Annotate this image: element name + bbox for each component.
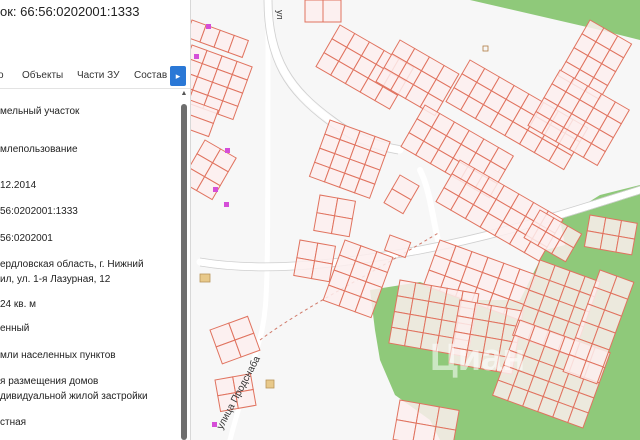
tab-composition[interactable]: Состав — [134, 70, 167, 81]
marker — [213, 187, 218, 192]
parcel[interactable] — [615, 235, 636, 256]
building — [199, 273, 211, 283]
street-label-top: ул — [275, 10, 285, 20]
parcel[interactable] — [296, 239, 319, 262]
parcel[interactable] — [330, 215, 353, 238]
parcel[interactable] — [313, 212, 336, 235]
field-usage-line2: дивидуальной жилой застройки — [0, 391, 148, 402]
field-type: млепользование — [0, 144, 78, 155]
field-category: мельный участок — [0, 106, 80, 117]
info-panel: ок: 66:56:0202001:1333 о Объекты Части З… — [0, 0, 191, 440]
parcel[interactable] — [310, 260, 333, 283]
parcel-block — [293, 239, 337, 283]
parcel-title: ок: 66:56:0202001:1333 — [0, 4, 140, 19]
marker — [206, 24, 211, 29]
tabs-next-button[interactable]: ▸ — [170, 66, 186, 86]
parcel[interactable] — [304, 0, 324, 23]
field-address-line2: ил, ул. 1-я Лазурная, 12 — [0, 274, 111, 285]
parcel-block — [313, 194, 357, 238]
parcel[interactable] — [435, 406, 460, 431]
tab-objects[interactable]: Объекты — [22, 70, 63, 81]
parcel[interactable] — [392, 419, 417, 440]
field-status: енный — [0, 323, 30, 334]
scrollbar-thumb[interactable] — [181, 104, 187, 440]
parcel[interactable] — [415, 402, 440, 428]
field-date: 12.2014 — [0, 180, 37, 191]
parcel[interactable] — [293, 257, 316, 280]
building — [265, 379, 275, 389]
watermark: Циан — [430, 337, 525, 379]
field-area: 24 кв. м — [0, 299, 37, 310]
field-usage-line1: я размещения домов — [0, 376, 99, 387]
parcel-block — [304, 0, 342, 23]
scroll-up-icon[interactable]: ▲ — [180, 90, 188, 98]
parcel[interactable] — [334, 197, 357, 220]
field-address-line1: ердловская область, г. Нижний — [0, 259, 144, 270]
parcel[interactable] — [322, 0, 342, 23]
field-land-category: мли населенных пунктов — [0, 350, 116, 361]
parcel[interactable] — [395, 399, 421, 424]
parcel[interactable] — [412, 422, 437, 440]
field-cadastral-number: 56:0202001:1333 — [0, 206, 78, 217]
chevron-right-icon: ▸ — [175, 71, 181, 81]
field-ownership: стная — [0, 417, 27, 428]
parcel[interactable] — [316, 194, 339, 217]
tab-parts[interactable]: Части ЗУ — [77, 70, 119, 81]
marker — [224, 202, 229, 207]
marker — [194, 54, 199, 59]
field-quarter: 56:0202001 — [0, 233, 53, 244]
marker — [225, 148, 230, 153]
tab-info[interactable]: о — [0, 70, 4, 81]
tab-bar: о Объекты Части ЗУ Состав ▸ — [0, 64, 190, 89]
parcel[interactable] — [314, 242, 337, 265]
